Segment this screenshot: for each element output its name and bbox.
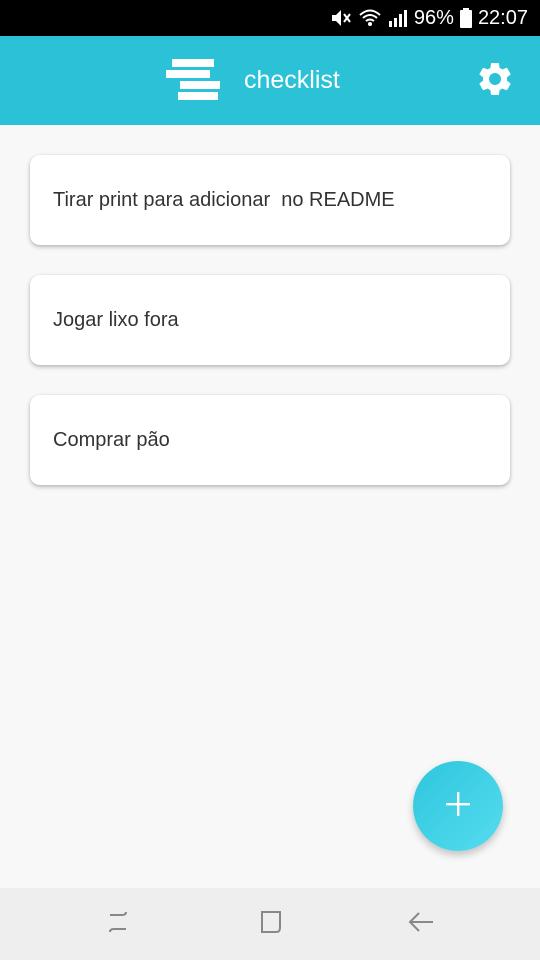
- add-task-button[interactable]: [413, 761, 503, 851]
- battery-percent: 96%: [413, 6, 454, 29]
- recent-apps-button[interactable]: [98, 908, 138, 940]
- signal-icon: [388, 9, 408, 27]
- task-card[interactable]: Tirar print para adicionar no README: [30, 155, 510, 245]
- gear-icon: [475, 59, 515, 104]
- task-card[interactable]: Jogar lixo fora: [30, 275, 510, 365]
- nav-bar: [0, 888, 540, 960]
- back-button[interactable]: [401, 908, 441, 940]
- plus-icon: [443, 789, 473, 824]
- task-card[interactable]: Comprar pão: [30, 395, 510, 485]
- task-text: Tirar print para adicionar no README: [53, 188, 395, 211]
- app-bar: checklist: [0, 36, 540, 125]
- settings-button[interactable]: [472, 58, 518, 104]
- mute-icon: [330, 8, 352, 28]
- recent-apps-icon: [104, 909, 132, 940]
- battery-icon: [459, 8, 472, 28]
- clock: 22:07: [477, 6, 528, 29]
- back-icon: [407, 909, 435, 940]
- task-text: Jogar lixo fora: [53, 308, 179, 331]
- stacked-lines-logo-icon: [166, 59, 222, 101]
- home-button[interactable]: [250, 908, 290, 940]
- task-text: Comprar pão: [53, 428, 170, 451]
- status-bar: 96% 22:07: [0, 0, 540, 36]
- task-list: Tirar print para adicionar no README Jog…: [30, 155, 510, 515]
- home-icon: [256, 908, 284, 941]
- wifi-icon: [358, 8, 382, 28]
- app-title: checklist: [244, 66, 340, 94]
